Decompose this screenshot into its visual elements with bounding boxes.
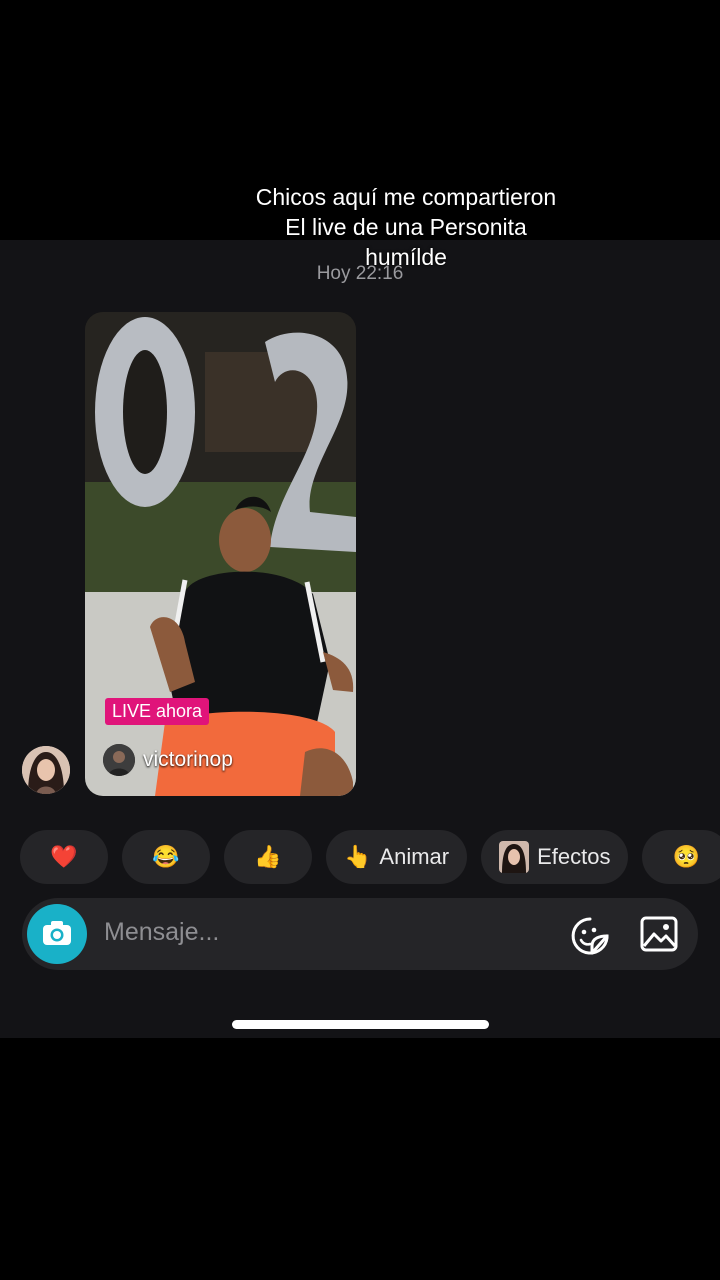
camera-button[interactable] [27, 904, 87, 964]
effects-label: Efectos [537, 844, 611, 869]
avatar-photo [22, 746, 70, 794]
reaction-laugh-button[interactable]: 😂 [122, 830, 210, 884]
reaction-thumbs-up-button[interactable]: 👍 [224, 830, 312, 884]
heart-icon: ❤️ [50, 844, 78, 869]
sticker-button[interactable] [570, 916, 610, 956]
thumbs-up-icon: 👍 [254, 844, 282, 869]
quick-reactions-bar: ❤️ 😂 👍 👆 Animar Efectos 🥺 [20, 830, 720, 884]
message-input[interactable]: Mensaje... [104, 918, 219, 947]
caption-line-1: Chicos aquí me compartieron [255, 184, 557, 210]
video-caption: Chicos aquí me compartieron El live de u… [0, 182, 720, 272]
gallery-button[interactable] [640, 916, 678, 952]
pointing-hand-icon: 👆 [344, 844, 372, 869]
live-user: victorinop [103, 744, 233, 776]
shared-live-card[interactable]: LIVE ahora victorinop [85, 312, 356, 796]
live-username: victorinop [143, 748, 233, 771]
effects-button[interactable]: Efectos [481, 830, 629, 884]
sticker-icon [571, 917, 609, 955]
caption-line-2: El live de una Personita [285, 214, 527, 240]
live-user-avatar [103, 744, 135, 776]
reaction-heart-button[interactable]: ❤️ [20, 830, 108, 884]
laughing-icon: 😂 [152, 844, 180, 869]
live-badge: LIVE ahora [105, 698, 210, 725]
message-timestamp: Hoy 22:16 [316, 263, 404, 284]
home-indicator[interactable] [232, 1020, 489, 1029]
message-composer: Mensaje... [22, 898, 698, 970]
animate-button[interactable]: 👆 Animar [326, 830, 468, 884]
gallery-icon [640, 916, 678, 952]
reaction-more-button[interactable]: 🥺 [642, 830, 720, 884]
effects-icon [499, 841, 530, 873]
live-user-avatar-image [103, 744, 135, 776]
camera-icon [43, 921, 71, 945]
animate-label: Animar [379, 844, 450, 869]
sender-avatar[interactable] [22, 746, 70, 794]
emoji-face-icon: 🥺 [672, 844, 701, 869]
